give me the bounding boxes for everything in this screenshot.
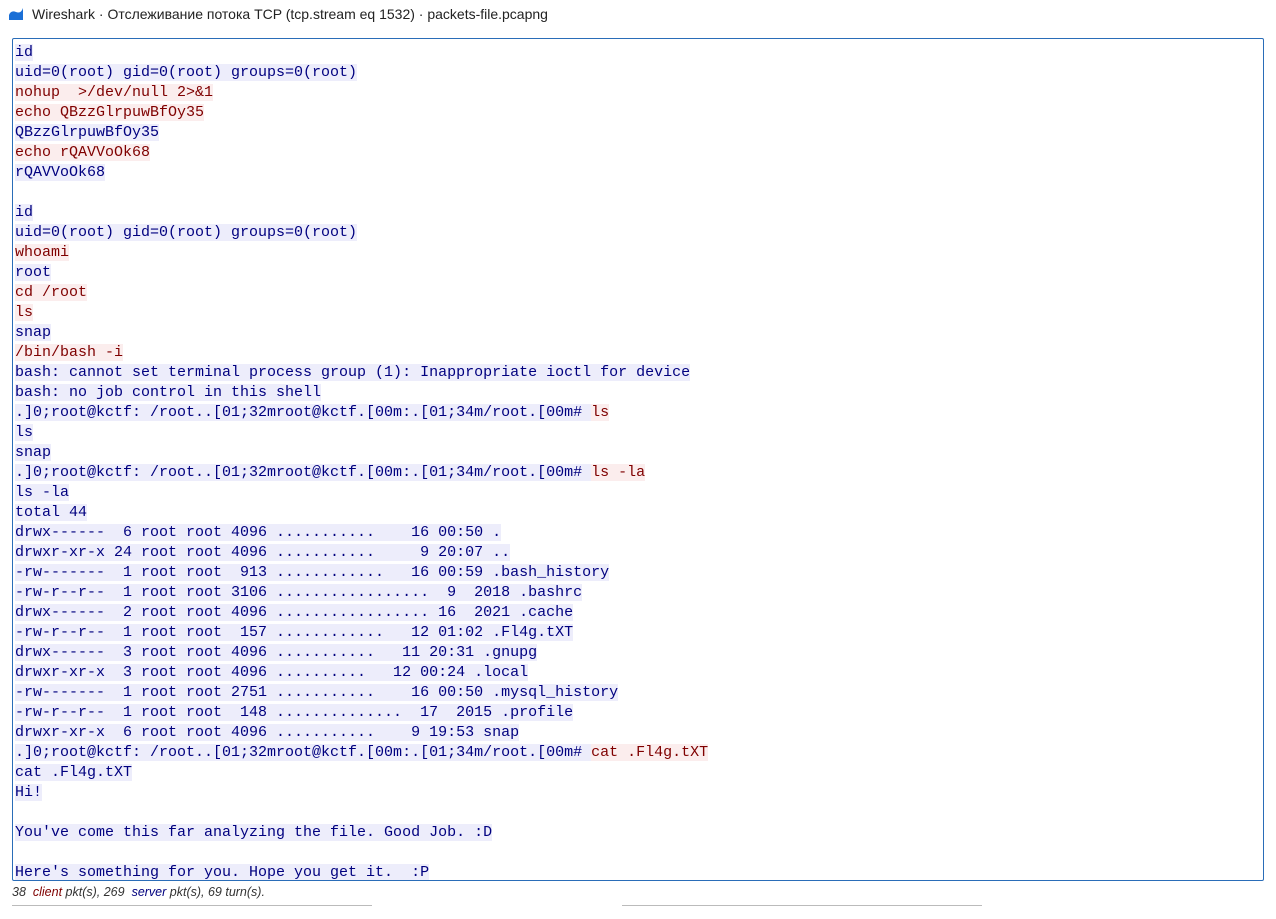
window-title: Wireshark · Отслеживание потока TCP (tcp… (32, 6, 548, 22)
server-line[interactable]: Here's something for you. Hope you get i… (15, 864, 429, 881)
client-label: client (33, 885, 62, 899)
server-line[interactable]: drwxr-xr-x 6 root root 4096 ........... … (15, 724, 519, 741)
server-line[interactable]: drwxr-xr-x 3 root root 4096 .......... 1… (15, 664, 528, 681)
statusbar: 38 client pkt(s), 269 server pkt(s), 69 … (0, 881, 1276, 905)
server-line[interactable]: -rw-r--r-- 1 root root 3106 ............… (15, 584, 582, 601)
turns-count: 69 turn(s). (208, 885, 265, 899)
tcp-stream-panel[interactable]: id uid=0(root) gid=0(root) groups=0(root… (12, 38, 1264, 881)
server-segment[interactable]: .]0;root@kctf: /root..[01;32mroot@kctf.[… (15, 404, 591, 421)
server-segment[interactable]: .]0;root@kctf: /root..[01;32mroot@kctf.[… (15, 464, 591, 481)
server-line[interactable]: rQAVVoOk68 (15, 164, 105, 181)
server-line[interactable]: snap (15, 444, 51, 461)
server-line[interactable]: drwx------ 2 root root 4096 ............… (15, 604, 573, 621)
server-line[interactable]: -rw-r--r-- 1 root root 157 ............ … (15, 624, 573, 641)
client-pkt-count: 38 (12, 885, 26, 899)
server-line[interactable]: You've come this far analyzing the file.… (15, 824, 492, 841)
server-line[interactable]: QBzzGlrpuwBfOy35 (15, 124, 159, 141)
client-line[interactable]: nohup >/dev/null 2>&1 (15, 84, 213, 101)
bottom-controls (0, 905, 1276, 919)
server-pkt-count: 269 (104, 885, 125, 899)
server-line[interactable]: id (15, 204, 33, 221)
server-line[interactable]: bash: no job control in this shell (15, 384, 321, 401)
server-line[interactable]: Hi! (15, 784, 42, 801)
server-line[interactable]: drwx------ 3 root root 4096 ........... … (15, 644, 537, 661)
server-line[interactable]: drwx------ 6 root root 4096 ........... … (15, 524, 501, 541)
bottom-box-left[interactable] (12, 905, 372, 915)
client-line[interactable]: cd /root (15, 284, 87, 301)
server-line[interactable]: total 44 (15, 504, 87, 521)
wireshark-logo-icon (8, 6, 24, 22)
server-line[interactable]: uid=0(root) gid=0(root) groups=0(root) (15, 224, 357, 241)
client-line[interactable]: ls (15, 304, 33, 321)
server-line[interactable]: -rw------- 1 root root 2751 ........... … (15, 684, 618, 701)
client-line[interactable]: echo rQAVVoOk68 (15, 144, 150, 161)
server-line[interactable]: bash: cannot set terminal process group … (15, 364, 690, 381)
server-line[interactable]: ls -la (15, 484, 69, 501)
server-line[interactable]: root (15, 264, 51, 281)
client-line[interactable]: whoami (15, 244, 69, 261)
tcp-stream-content[interactable]: id uid=0(root) gid=0(root) groups=0(root… (15, 43, 1261, 881)
client-segment[interactable]: cat .Fl4g.tXT (591, 744, 708, 761)
client-line[interactable]: echo QBzzGlrpuwBfOy35 (15, 104, 204, 121)
client-line[interactable]: /bin/bash -i (15, 344, 123, 361)
client-segment[interactable]: ls (591, 404, 609, 421)
server-line[interactable]: id (15, 44, 33, 61)
server-line[interactable]: ls (15, 424, 33, 441)
server-line[interactable]: cat .Fl4g.tXT (15, 764, 132, 781)
server-line[interactable]: -rw------- 1 root root 913 ............ … (15, 564, 609, 581)
server-line[interactable]: snap (15, 324, 51, 341)
server-line[interactable]: drwxr-xr-x 24 root root 4096 ...........… (15, 544, 510, 561)
server-segment[interactable]: .]0;root@kctf: /root..[01;32mroot@kctf.[… (15, 744, 591, 761)
server-line[interactable]: uid=0(root) gid=0(root) groups=0(root) (15, 64, 357, 81)
bottom-box-right[interactable] (622, 905, 982, 915)
client-segment[interactable]: ls -la (591, 464, 645, 481)
server-line[interactable]: -rw-r--r-- 1 root root 148 .............… (15, 704, 573, 721)
titlebar: Wireshark · Отслеживание потока TCP (tcp… (0, 0, 1276, 28)
server-label: server (132, 885, 167, 899)
